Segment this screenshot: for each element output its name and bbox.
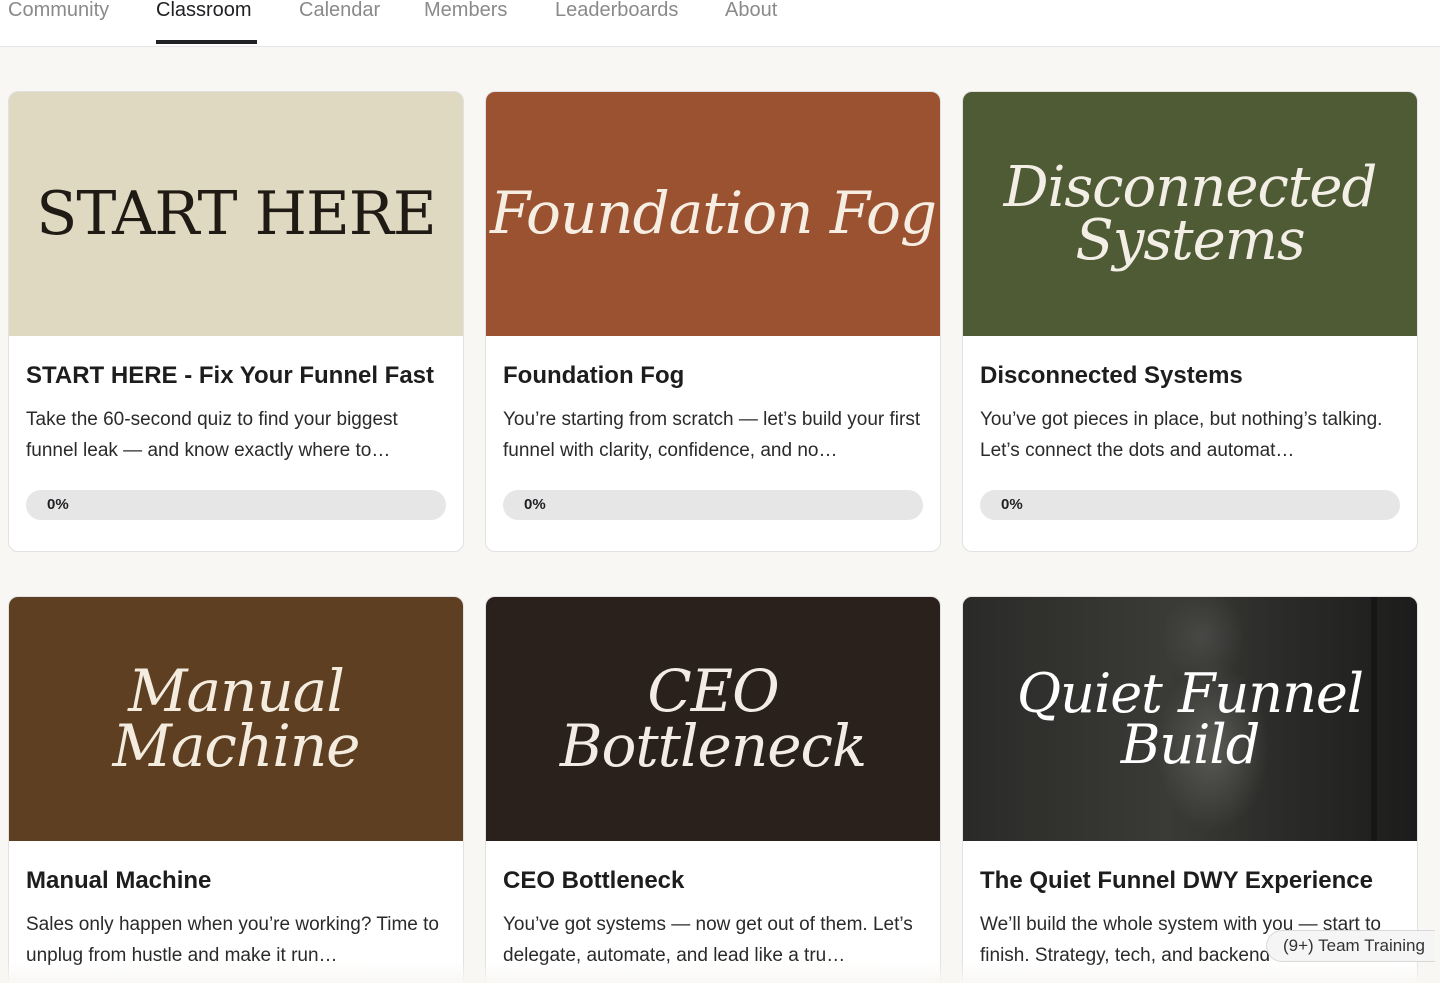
tab-members[interactable]: Members	[424, 0, 507, 44]
chat-notification-tab[interactable]: (9+) Team Training	[1266, 930, 1435, 962]
course-cover: Manual Machine	[9, 597, 463, 841]
cover-line-1: Quiet Funnel Build	[1016, 661, 1364, 776]
course-title: Foundation Fog	[503, 362, 685, 389]
top-navigation: Community Classroom Calendar Members Lea…	[0, 0, 1440, 47]
tab-calendar[interactable]: Calendar	[299, 0, 380, 44]
course-cover: Disconnected Systems	[963, 92, 1417, 336]
progress-bar: 0%	[503, 490, 923, 520]
tab-about[interactable]: About	[725, 0, 777, 44]
cover-line-1: Foundation Fog	[489, 179, 937, 248]
course-card-manual-machine[interactable]: Manual Machine Manual Machine Sales only…	[8, 596, 464, 983]
progress-label: 0%	[524, 496, 546, 513]
progress-label: 0%	[1001, 496, 1023, 513]
chat-notification-text: (9+) Team Training	[1283, 936, 1425, 955]
tab-about-label: About	[725, 0, 778, 21]
course-card-body: CEO Bottleneck You’ve got systems — now …	[503, 841, 923, 971]
course-card-foundation-fog[interactable]: Foundation Fog Foundation Fog You’re sta…	[485, 91, 941, 552]
course-card-body: Foundation Fog You’re starting from scra…	[503, 336, 923, 466]
course-card-body: Disconnected Systems You’ve got pieces i…	[980, 336, 1400, 466]
course-cover-text: Quiet Funnel Build	[963, 666, 1417, 771]
course-cover-text: START HERE	[36, 184, 436, 244]
course-title: The Quiet Funnel DWY Experience	[980, 867, 1373, 894]
course-title: Disconnected Systems	[980, 362, 1243, 389]
scroll-fade	[0, 962, 1440, 983]
tab-classroom[interactable]: Classroom	[156, 0, 257, 44]
course-cover-text: CEO Bottleneck	[486, 662, 940, 775]
course-description: Take the 60-second quiz to find your big…	[26, 409, 398, 461]
course-cover: CEO Bottleneck	[486, 597, 940, 841]
course-cover-text: Manual Machine	[9, 662, 463, 775]
tab-calendar-label: Calendar	[299, 0, 381, 21]
tab-community-label: Community	[8, 0, 110, 21]
course-card-body: Manual Machine Sales only happen when yo…	[26, 841, 446, 971]
tab-members-label: Members	[424, 0, 508, 21]
cover-line-1: CEO Bottleneck	[559, 656, 867, 780]
course-card-ceo-bottleneck[interactable]: CEO Bottleneck CEO Bottleneck You’ve got…	[485, 596, 941, 983]
tab-community[interactable]: Community	[8, 0, 109, 44]
course-card-start-here[interactable]: START HERE START HERE - Fix Your Funnel …	[8, 91, 464, 552]
course-card-disconnected-systems[interactable]: Disconnected Systems Disconnected System…	[962, 91, 1418, 552]
course-title: START HERE - Fix Your Funnel Fast	[26, 362, 435, 389]
cover-line-2: Systems	[1075, 208, 1305, 273]
tab-leaderboards[interactable]: Leaderboards	[555, 0, 678, 44]
tab-classroom-label: Classroom	[156, 0, 252, 21]
course-cover: Foundation Fog	[486, 92, 940, 336]
tab-leaderboards-label: Leaderboards	[555, 0, 679, 21]
course-cover: START HERE	[9, 92, 463, 336]
course-title: CEO Bottleneck	[503, 867, 685, 894]
course-cover: Quiet Funnel Build	[963, 597, 1417, 841]
progress-label: 0%	[47, 496, 69, 513]
course-card-quiet-funnel[interactable]: Quiet Funnel Build The Quiet Funnel DWY …	[962, 596, 1418, 983]
cover-line-1: START HERE	[36, 178, 436, 249]
course-cover-text: Disconnected Systems	[1003, 154, 1378, 273]
progress-bar: 0%	[980, 490, 1400, 520]
course-card-body: START HERE - Fix Your Funnel Fast Take t…	[26, 336, 446, 466]
course-description: You’ve got pieces in place, but nothing’…	[980, 409, 1383, 461]
cover-line-1: Disconnected	[1003, 154, 1378, 220]
course-cover-text: Foundation Fog	[490, 184, 937, 242]
cover-line-1: Manual Machine	[112, 656, 360, 780]
progress-bar: 0%	[26, 490, 446, 520]
course-description: You’re starting from scratch — let’s bui…	[503, 409, 921, 461]
course-title: Manual Machine	[26, 867, 212, 894]
